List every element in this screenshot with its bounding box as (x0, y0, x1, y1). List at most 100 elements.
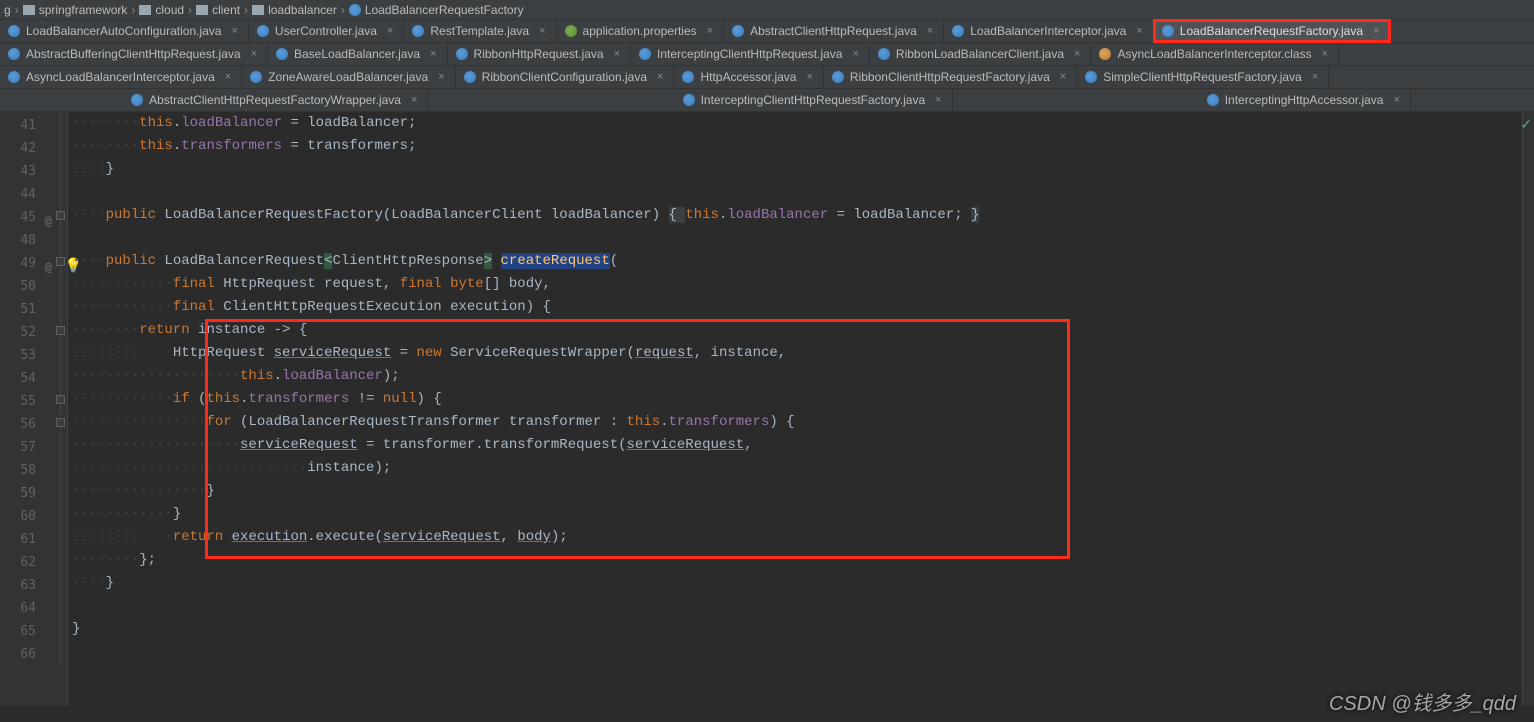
tab-label: RibbonLoadBalancerClient.java (896, 47, 1064, 61)
tab-label: ZoneAwareLoadBalancer.java (268, 70, 428, 84)
tab-label: HttpAccessor.java (700, 70, 796, 84)
breadcrumb-item[interactable]: loadbalancer (252, 3, 337, 17)
tab-label: AbstractBufferingClientHttpRequest.java (26, 47, 241, 61)
fold-toggle[interactable] (56, 211, 65, 220)
editor-tab[interactable]: SimpleClientHttpRequestFactory.java × (1077, 66, 1329, 88)
breadcrumb[interactable]: g› springframework› cloud› client› loadb… (0, 0, 1534, 20)
editor-tabs: LoadBalancerAutoConfiguration.java × UserC… (0, 20, 1534, 112)
file-icon (1099, 48, 1111, 60)
tab-label: RibbonClientConfiguration.java (482, 70, 647, 84)
breadcrumb-item[interactable]: LoadBalancerRequestFactory (349, 3, 524, 17)
close-icon[interactable]: × (251, 48, 257, 60)
close-icon[interactable]: × (225, 71, 231, 83)
tab-label: InterceptingClientHttpRequestFactory.jav… (701, 93, 926, 107)
file-icon (952, 25, 964, 37)
breadcrumb-item[interactable]: cloud (139, 3, 184, 17)
file-icon (464, 71, 476, 83)
close-icon[interactable]: × (614, 48, 620, 60)
tab-label: InterceptingHttpAccessor.java (1225, 93, 1384, 107)
close-icon[interactable]: × (1136, 25, 1142, 37)
tab-label: SimpleClientHttpRequestFactory.java (1103, 70, 1302, 84)
editor-tab[interactable]: InterceptingClientHttpRequestFactory.jav… (675, 89, 953, 111)
editor-tab[interactable]: AbstractClientHttpRequestFactoryWrapper.… (123, 89, 428, 111)
close-icon[interactable]: × (935, 94, 941, 106)
fold-toggle[interactable] (56, 418, 65, 427)
close-icon[interactable]: × (438, 71, 444, 83)
breadcrumb-item[interactable]: springframework (23, 3, 128, 17)
file-icon (732, 25, 744, 37)
editor-tab[interactable]: RibbonClientHttpRequestFactory.java × (824, 66, 1077, 88)
file-icon (1162, 25, 1174, 37)
file-icon (257, 25, 269, 37)
close-icon[interactable]: × (539, 25, 545, 37)
tab-label: AsyncLoadBalancerInterceptor.class (1117, 47, 1311, 61)
close-icon[interactable]: × (1060, 71, 1066, 83)
close-icon[interactable]: × (657, 71, 663, 83)
editor-tab[interactable]: LoadBalancerInterceptor.java × (944, 20, 1154, 42)
line-number-gutter: 41424344@4548@49💡50515253545556575859606… (0, 112, 54, 706)
editor-tab[interactable]: RestTemplate.java× (404, 20, 556, 42)
watermark-text: CSDN @钱多多_qdd (1329, 687, 1516, 716)
editor-tab[interactable]: LoadBalancerRequestFactory.java × (1154, 20, 1391, 42)
tab-label: InterceptingClientHttpRequest.java (657, 47, 842, 61)
tab-label: LoadBalancerInterceptor.java (970, 24, 1126, 38)
editor-tab[interactable]: AbstractBufferingClientHttpRequest.java × (0, 43, 268, 65)
editor-tab[interactable]: LoadBalancerAutoConfiguration.java × (0, 20, 249, 42)
file-icon (683, 94, 695, 106)
tab-label: BaseLoadBalancer.java (294, 47, 420, 61)
tab-label: LoadBalancerRequestFactory.java (1180, 24, 1363, 38)
close-icon[interactable]: × (411, 94, 417, 106)
folder-icon (196, 5, 208, 15)
editor-tab[interactable]: ZoneAwareLoadBalancer.java × (242, 66, 455, 88)
breadcrumb-item[interactable]: client (196, 3, 240, 17)
fold-toggle[interactable] (56, 326, 65, 335)
editor-tab[interactable]: BaseLoadBalancer.java × (268, 43, 448, 65)
editor-tab[interactable]: AsyncLoadBalancerInterceptor.class × (1091, 43, 1339, 65)
close-icon[interactable]: × (806, 71, 812, 83)
file-icon (565, 25, 577, 37)
fold-column[interactable] (54, 112, 68, 706)
editor-tab[interactable]: RibbonHttpRequest.java× (448, 43, 632, 65)
close-icon[interactable]: × (927, 25, 933, 37)
folder-icon (23, 5, 35, 15)
close-icon[interactable]: × (231, 25, 237, 37)
editor-tab[interactable]: InterceptingClientHttpRequest.java × (631, 43, 870, 65)
editor-tab[interactable]: HttpAccessor.java × (674, 66, 823, 88)
close-icon[interactable]: × (1322, 48, 1328, 60)
tab-label: AbstractClientHttpRequest.java (750, 24, 917, 38)
editor-tab[interactable]: AbstractClientHttpRequest.java × (724, 20, 944, 42)
editor-tab[interactable]: AsyncLoadBalancerInterceptor.java × (0, 66, 242, 88)
tab-label: AsyncLoadBalancerInterceptor.java (26, 70, 215, 84)
file-icon (1207, 94, 1219, 106)
checkmark-icon: ✓ (1520, 116, 1532, 133)
code-editor[interactable]: 41424344@4548@49💡50515253545556575859606… (0, 112, 1534, 706)
editor-tab[interactable]: RibbonClientConfiguration.java × (456, 66, 675, 88)
fold-toggle[interactable] (56, 257, 65, 266)
close-icon[interactable]: × (852, 48, 858, 60)
editor-tab[interactable]: application.properties× (557, 20, 725, 42)
editor-tab[interactable]: InterceptingHttpAccessor.java × (1199, 89, 1411, 111)
error-stripe[interactable]: ✓ (1522, 112, 1534, 706)
close-icon[interactable]: × (1074, 48, 1080, 60)
fold-toggle[interactable] (56, 395, 65, 404)
file-icon (682, 71, 694, 83)
class-icon (349, 4, 361, 16)
editor-tab[interactable]: UserController.java × (249, 20, 404, 42)
close-icon[interactable]: × (1393, 94, 1399, 106)
file-icon (8, 71, 20, 83)
code-area[interactable]: ········this.loadBalancer = loadBalancer… (68, 112, 979, 706)
close-icon[interactable]: × (1312, 71, 1318, 83)
tab-label: UserController.java (275, 24, 377, 38)
folder-icon (139, 5, 151, 15)
file-icon (8, 25, 20, 37)
editor-tab[interactable]: RibbonLoadBalancerClient.java × (870, 43, 1092, 65)
tab-label: LoadBalancerAutoConfiguration.java (26, 24, 221, 38)
close-icon[interactable]: × (707, 25, 713, 37)
close-icon[interactable]: × (1373, 25, 1379, 37)
tab-label: RibbonClientHttpRequestFactory.java (850, 70, 1050, 84)
file-icon (456, 48, 468, 60)
close-icon[interactable]: × (387, 25, 393, 37)
tab-label: AbstractClientHttpRequestFactoryWrapper.… (149, 93, 401, 107)
close-icon[interactable]: × (430, 48, 436, 60)
breadcrumb-item[interactable]: g (4, 3, 11, 17)
